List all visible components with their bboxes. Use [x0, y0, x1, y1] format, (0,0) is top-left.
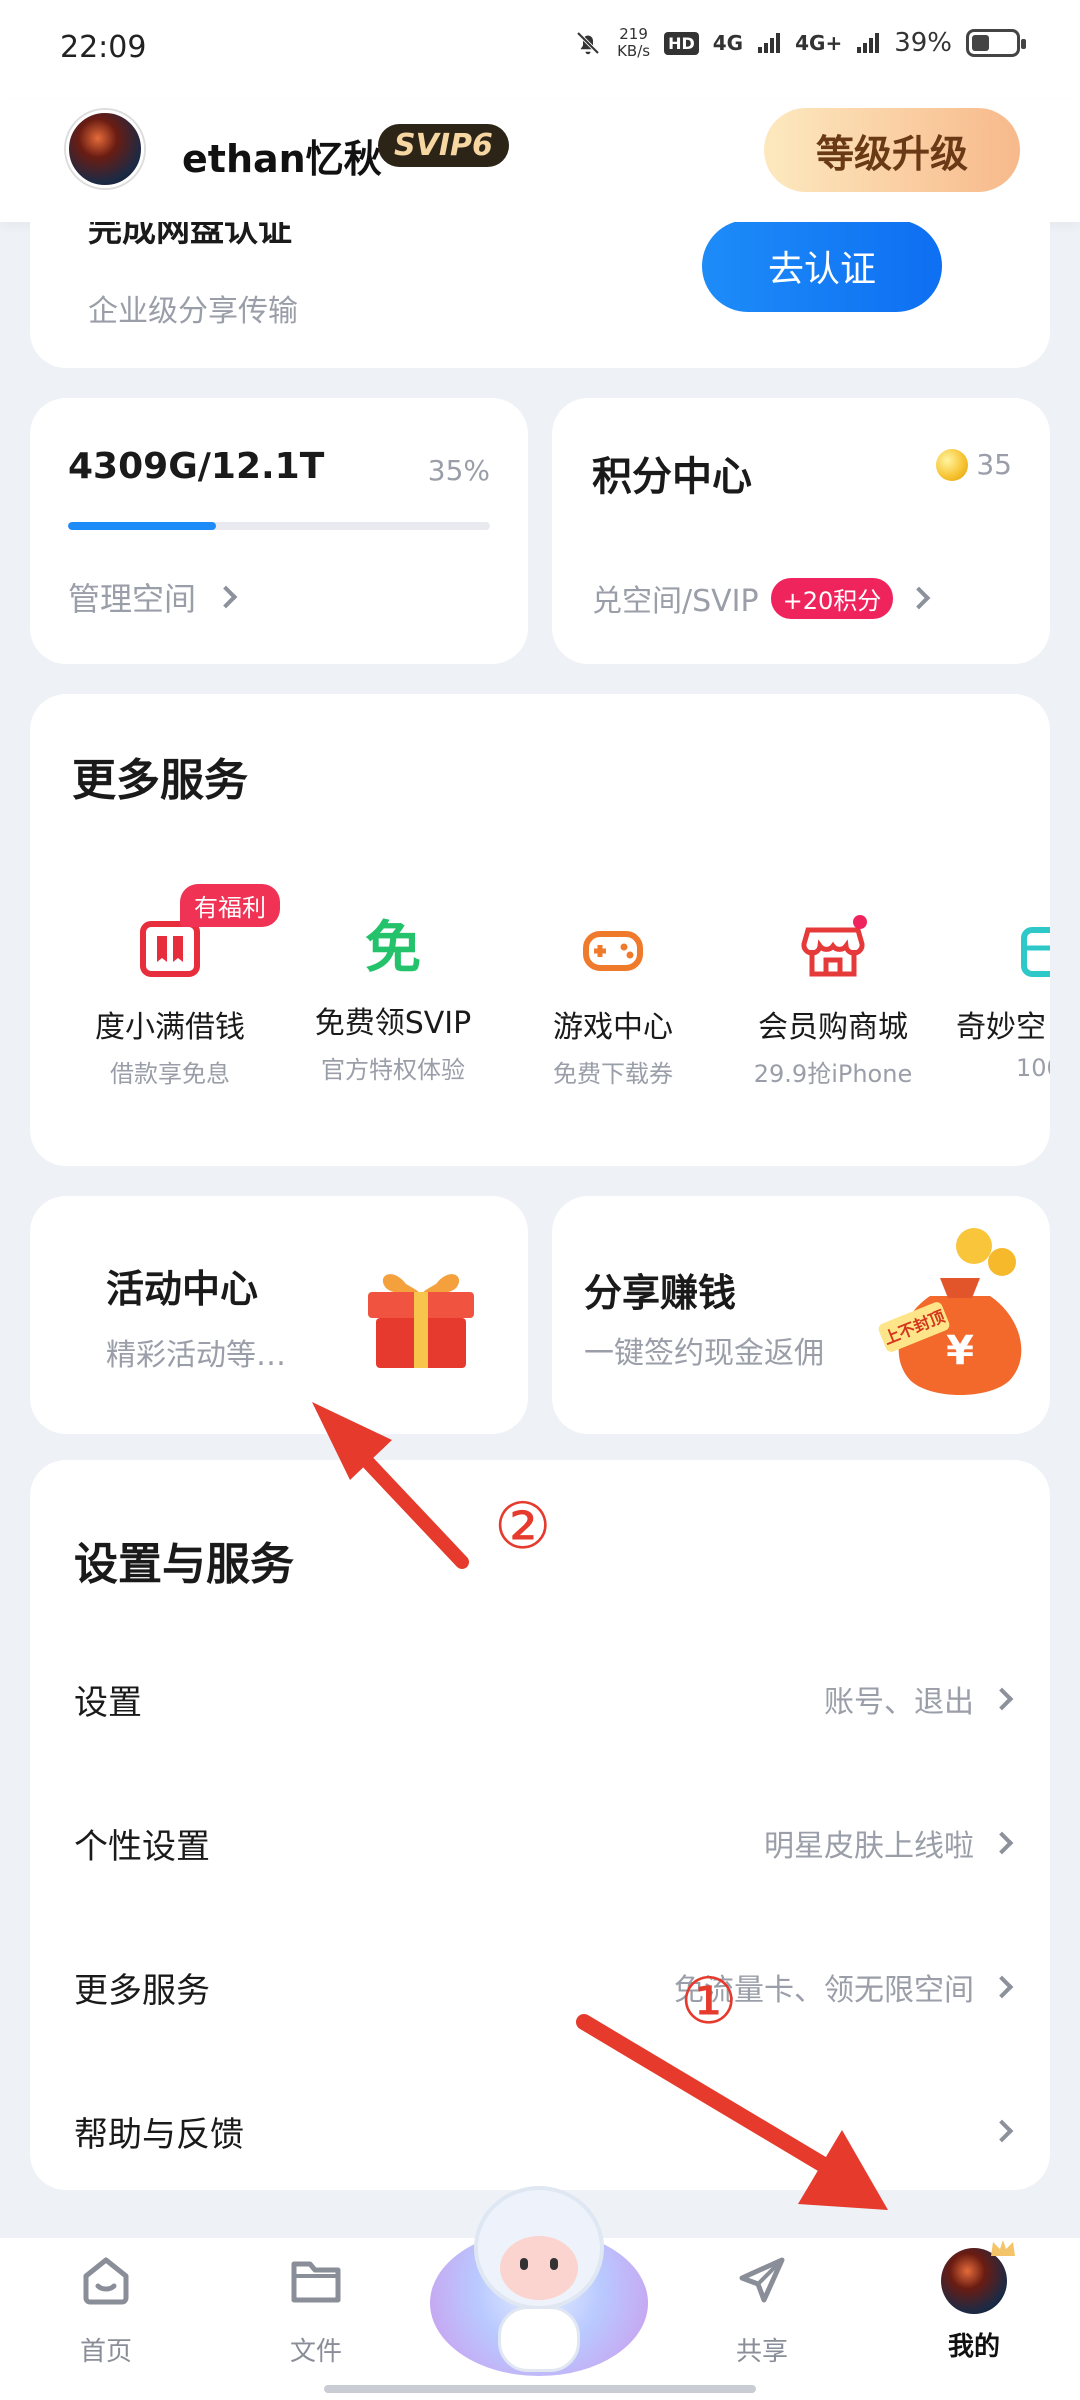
nav-home[interactable]: 首页 — [36, 2252, 176, 2368]
mascot-eye-left — [520, 2258, 528, 2270]
mascot-face — [500, 2236, 578, 2300]
nav-home-label: 首页 — [79, 2337, 132, 2367]
annotation-label-1: ① — [680, 1965, 738, 2039]
nav-files-label: 文件 — [289, 2337, 342, 2367]
annotation-arrows — [312, 1402, 888, 2210]
annotation-label-2: ② — [494, 1490, 552, 1564]
share-icon — [739, 2257, 785, 2303]
mascot-body — [498, 2306, 580, 2372]
folder-icon — [291, 2261, 341, 2303]
profile-icon — [941, 2240, 1015, 2314]
nav-share-label: 共享 — [735, 2337, 788, 2367]
bottom-nav: 首页 文件 共享 我的 — [0, 2186, 1080, 2400]
mascot-eye-right — [550, 2258, 558, 2270]
home-icon — [83, 2257, 129, 2305]
nav-profile[interactable]: 我的 — [904, 2240, 1044, 2363]
nav-share[interactable]: 共享 — [692, 2252, 832, 2368]
crown-icon — [991, 2240, 1015, 2256]
nav-profile-label: 我的 — [947, 2332, 1000, 2362]
home-indicator[interactable] — [324, 2385, 756, 2393]
nav-files[interactable]: 文件 — [246, 2252, 386, 2368]
mascot-icon[interactable] — [430, 2176, 648, 2380]
